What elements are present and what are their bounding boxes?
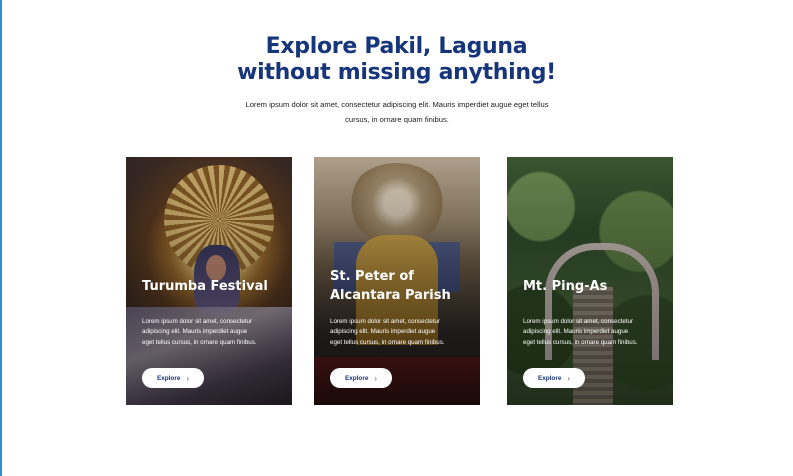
- card-description: Lorem ipsum dolor sit amet, consectetur …: [142, 318, 257, 346]
- explore-button-label: Explore: [537, 374, 562, 382]
- intro-text: Lorem ipsum dolor sit amet, consectetur …: [245, 100, 549, 124]
- explore-button[interactable]: Explore ›: [142, 368, 204, 388]
- chevron-right-icon: ›: [567, 373, 571, 383]
- explore-button[interactable]: Explore ›: [330, 368, 392, 388]
- explore-button-label: Explore: [344, 374, 369, 382]
- card-title: Mt. Ping-As: [523, 279, 608, 294]
- chevron-right-icon: ›: [186, 373, 190, 383]
- card-st-peter-parish: St. Peter of Alcantara Parish Lorem ipsu…: [314, 157, 480, 405]
- card-turumba-festival: Turumba Festival Lorem ipsum dolor sit a…: [126, 157, 292, 405]
- explore-button[interactable]: Explore ›: [523, 368, 585, 388]
- card-description: Lorem ipsum dolor sit amet, consectetur …: [330, 318, 445, 346]
- page-title-line-1: Explore Pakil, Laguna: [265, 34, 528, 59]
- card-title: Turumba Festival: [142, 279, 268, 294]
- page-title-line-2: without missing anything!: [237, 60, 556, 85]
- card-title: St. Peter of Alcantara Parish: [330, 269, 451, 303]
- chevron-right-icon: ›: [374, 373, 378, 383]
- card-description: Lorem ipsum dolor sit amet, consectetur …: [523, 318, 638, 346]
- card-mt-ping-as: Mt. Ping-As Lorem ipsum dolor sit amet, …: [507, 157, 673, 405]
- explore-button-label: Explore: [156, 374, 181, 382]
